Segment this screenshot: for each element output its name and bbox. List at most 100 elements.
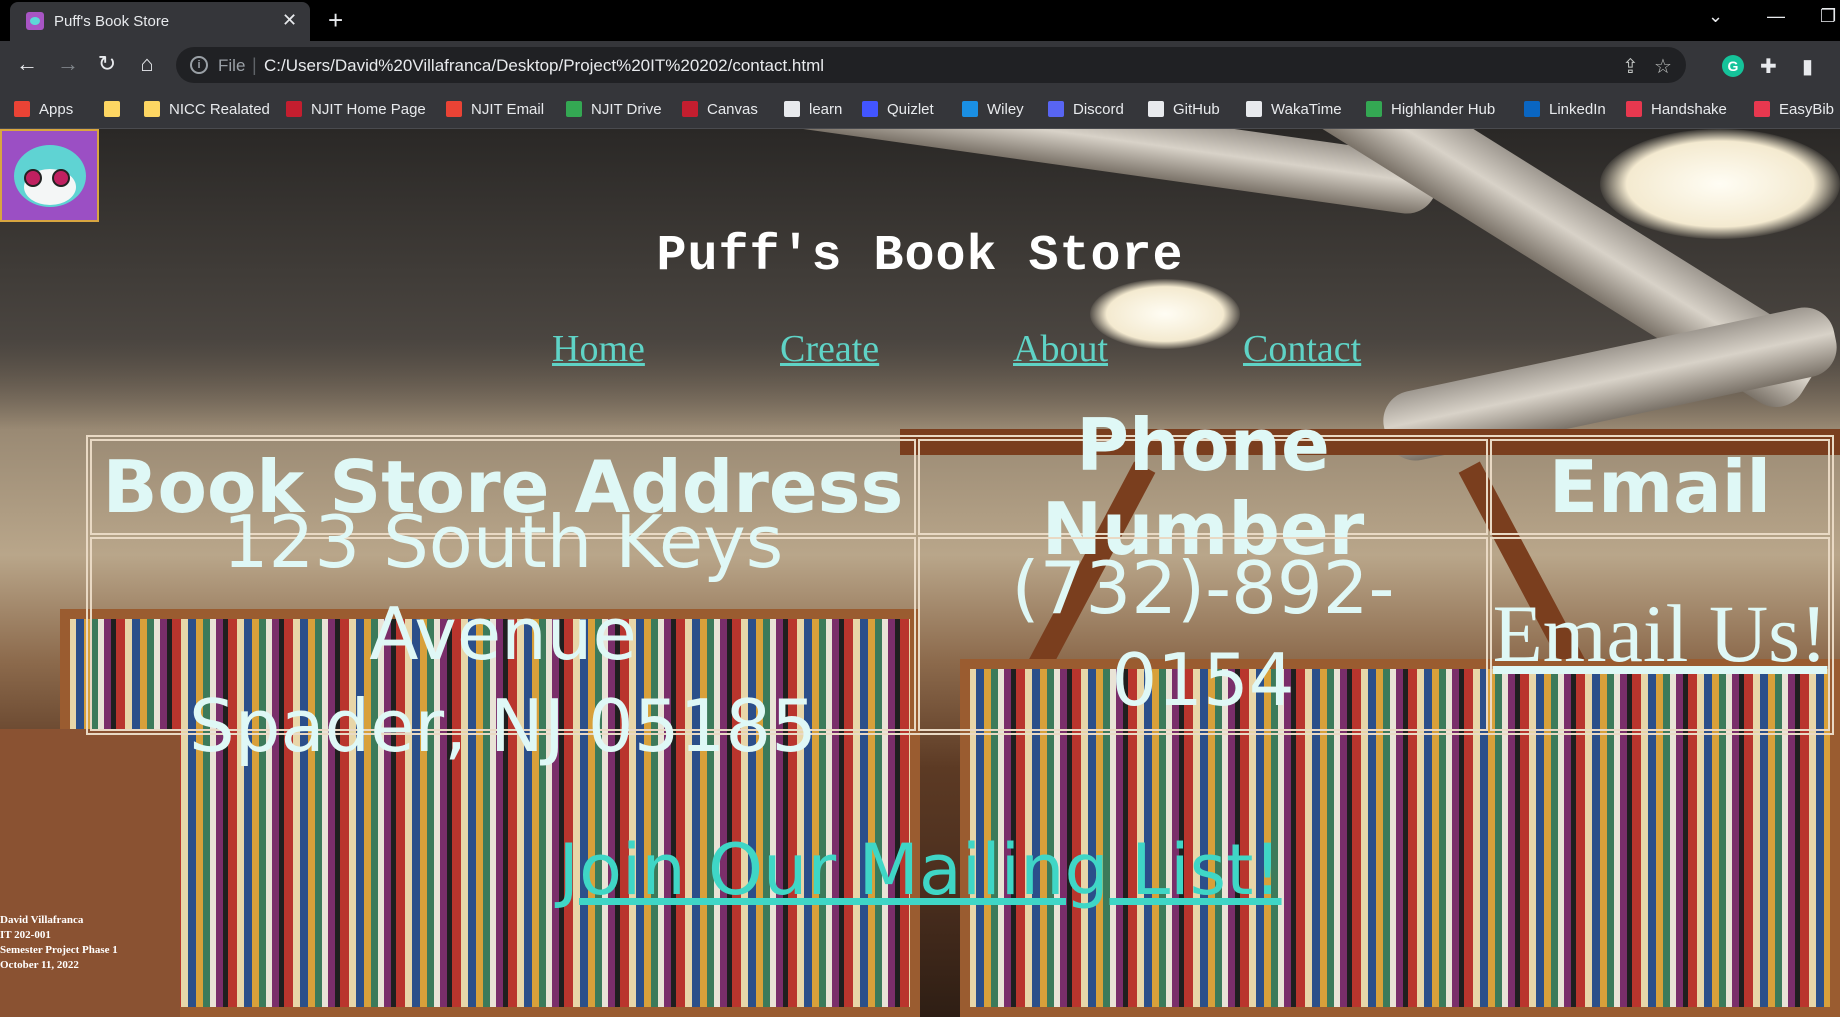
bookmark-apps[interactable]: Apps [14, 98, 73, 120]
footer-project: Semester Project Phase 1 [0, 944, 118, 956]
bookmark-canvas[interactable]: Canvas [682, 98, 758, 120]
handshake-icon [1626, 101, 1642, 117]
address-line1: 123 South Keys Avenue [222, 500, 784, 676]
bookmark-label: NICC Realated [169, 100, 270, 118]
njit-icon [286, 101, 302, 117]
header-email: Email [1490, 439, 1830, 535]
bookmark-label: LinkedIn [1549, 100, 1606, 118]
nav-create-link[interactable]: Create [780, 327, 879, 371]
bookmark-easybib[interactable]: EasyBib [1754, 98, 1834, 120]
easybib-icon [1754, 101, 1770, 117]
tab-strip: Puff's Book Store ✕ + ⌄ — ❐ [0, 0, 1840, 41]
close-tab-icon[interactable]: ✕ [282, 10, 297, 30]
logo-eye [24, 169, 42, 187]
ceiling-lamp [1600, 129, 1840, 239]
bookmark-njit-email[interactable]: NJIT Email [446, 98, 544, 120]
bookmark-label: Canvas [707, 100, 758, 118]
page-title: Puff's Book Store [656, 228, 1184, 285]
discord-icon [1048, 101, 1064, 117]
url-text[interactable]: C:/Users/David%20Villafranca/Desktop/Pro… [264, 56, 824, 76]
bookmark-label: Discord [1073, 100, 1124, 118]
puffer-favicon-icon [26, 12, 44, 30]
bookmark-label: NJIT Home Page [311, 100, 426, 118]
bookmark-njit-drive[interactable]: NJIT Drive [566, 98, 662, 120]
nav-home-link[interactable]: Home [552, 327, 645, 371]
bookmarks-bar: Apps NICC Realated NJIT Home Page NJIT Emai… [0, 90, 1840, 129]
phone-cell: (732)-892-0154 [918, 537, 1488, 731]
new-tab-icon[interactable]: + [328, 6, 343, 34]
footer-author: David Villafranca [0, 914, 84, 926]
bookmark-learn[interactable]: learn [784, 98, 842, 120]
bookmark-label: Highlander Hub [1391, 100, 1496, 118]
bookmark-github[interactable]: GitHub [1148, 98, 1220, 120]
bookmark-label: learn [809, 100, 843, 118]
bookmark-star-icon[interactable]: ☆ [1654, 54, 1672, 79]
gmail-icon [446, 101, 462, 117]
page-viewport: Puff's Book Store Home Create About Cont… [0, 129, 1840, 1017]
logo-eye [52, 169, 70, 187]
bookmark-label: Apps [39, 100, 74, 118]
bookmark-folder[interactable] [104, 98, 129, 120]
bookmark-highlander-hub[interactable]: Highlander Hub [1366, 98, 1495, 120]
home-icon[interactable]: ⌂ [133, 52, 161, 76]
grammarly-extension-icon[interactable]: G [1722, 55, 1744, 77]
site-info-icon[interactable]: i [190, 56, 208, 74]
puffer-fish-logo [0, 129, 99, 222]
browser-toolbar: ← → ↻ ⌂ i File | C:/Users/David%20Villaf… [0, 41, 1840, 90]
join-mailing-list-link[interactable]: Join Our Mailing List! [0, 829, 1840, 911]
bookmark-label: NJIT Drive [591, 100, 662, 118]
footer-date: October 11, 2022 [0, 959, 79, 971]
address-cell: 123 South Keys Avenue Spader, NJ 05185 [90, 500, 916, 768]
bookmark-nicc-realated[interactable]: NICC Realated [144, 98, 270, 120]
bookmark-label: Quizlet [887, 100, 934, 118]
linkedin-icon [1524, 101, 1540, 117]
address-line2: Spader, NJ 05185 [189, 684, 817, 768]
email-us-link[interactable]: Email Us! [1493, 587, 1828, 681]
github-icon [1148, 101, 1164, 117]
email-cell: Email Us! [1490, 537, 1830, 731]
tab-search-chevron-icon[interactable]: ⌄ [1708, 6, 1723, 27]
bookmark-label: GitHub [1173, 100, 1220, 118]
learn-icon [784, 101, 800, 117]
ceiling-lamp [1090, 279, 1240, 349]
reload-icon[interactable]: ↻ [93, 52, 121, 76]
forward-icon[interactable]: → [54, 52, 82, 76]
apps-grid-icon [14, 101, 30, 117]
bookmark-wiley[interactable]: Wiley [962, 98, 1024, 120]
tab-puffs-book-store[interactable]: Puff's Book Store ✕ [10, 2, 310, 41]
bookmark-discord[interactable]: Discord [1048, 98, 1124, 120]
footer-course: IT 202-001 [0, 929, 51, 941]
wakatime-icon [1246, 101, 1262, 117]
bookmark-linkedin[interactable]: LinkedIn [1524, 98, 1606, 120]
restore-icon[interactable]: ❐ [1820, 6, 1836, 27]
bookmark-wakatime[interactable]: WakaTime [1246, 98, 1342, 120]
njit-icon [682, 101, 698, 117]
bookmark-label: NJIT Email [471, 100, 545, 118]
bookmark-handshake[interactable]: Handshake [1626, 98, 1727, 120]
bookmark-quizlet[interactable]: Quizlet [862, 98, 934, 120]
nav-contact-link[interactable]: Contact [1243, 327, 1361, 371]
bookmark-label: Handshake [1651, 100, 1727, 118]
side-panel-icon[interactable]: ▮ [1802, 54, 1813, 79]
share-icon[interactable]: ⇪ [1622, 54, 1639, 79]
url-separator: | [252, 55, 257, 75]
bookmark-label: EasyBib [1779, 100, 1835, 118]
drive-icon [566, 101, 582, 117]
bookmark-label: Wiley [987, 100, 1024, 118]
tab-title: Puff's Book Store [54, 13, 170, 30]
folder-icon [104, 101, 120, 117]
quizlet-icon [862, 101, 878, 117]
footer-credits: David Villafranca IT 202-001 Semester Pr… [0, 913, 118, 973]
extensions-puzzle-icon[interactable]: ✚ [1760, 54, 1777, 79]
minimize-icon[interactable]: — [1767, 6, 1785, 27]
header-phone: Phone Number [918, 403, 1488, 571]
back-icon[interactable]: ← [13, 52, 41, 76]
folder-icon [144, 101, 160, 117]
bookmark-label: WakaTime [1271, 100, 1342, 118]
nav-about-link[interactable]: About [1013, 327, 1108, 371]
highlander-icon [1366, 101, 1382, 117]
wiley-icon [962, 101, 978, 117]
bookmark-njit-home-page[interactable]: NJIT Home Page [286, 98, 426, 120]
url-scheme: File [218, 56, 246, 75]
address-bar[interactable]: i File | C:/Users/David%20Villafranca/De… [176, 47, 1686, 83]
